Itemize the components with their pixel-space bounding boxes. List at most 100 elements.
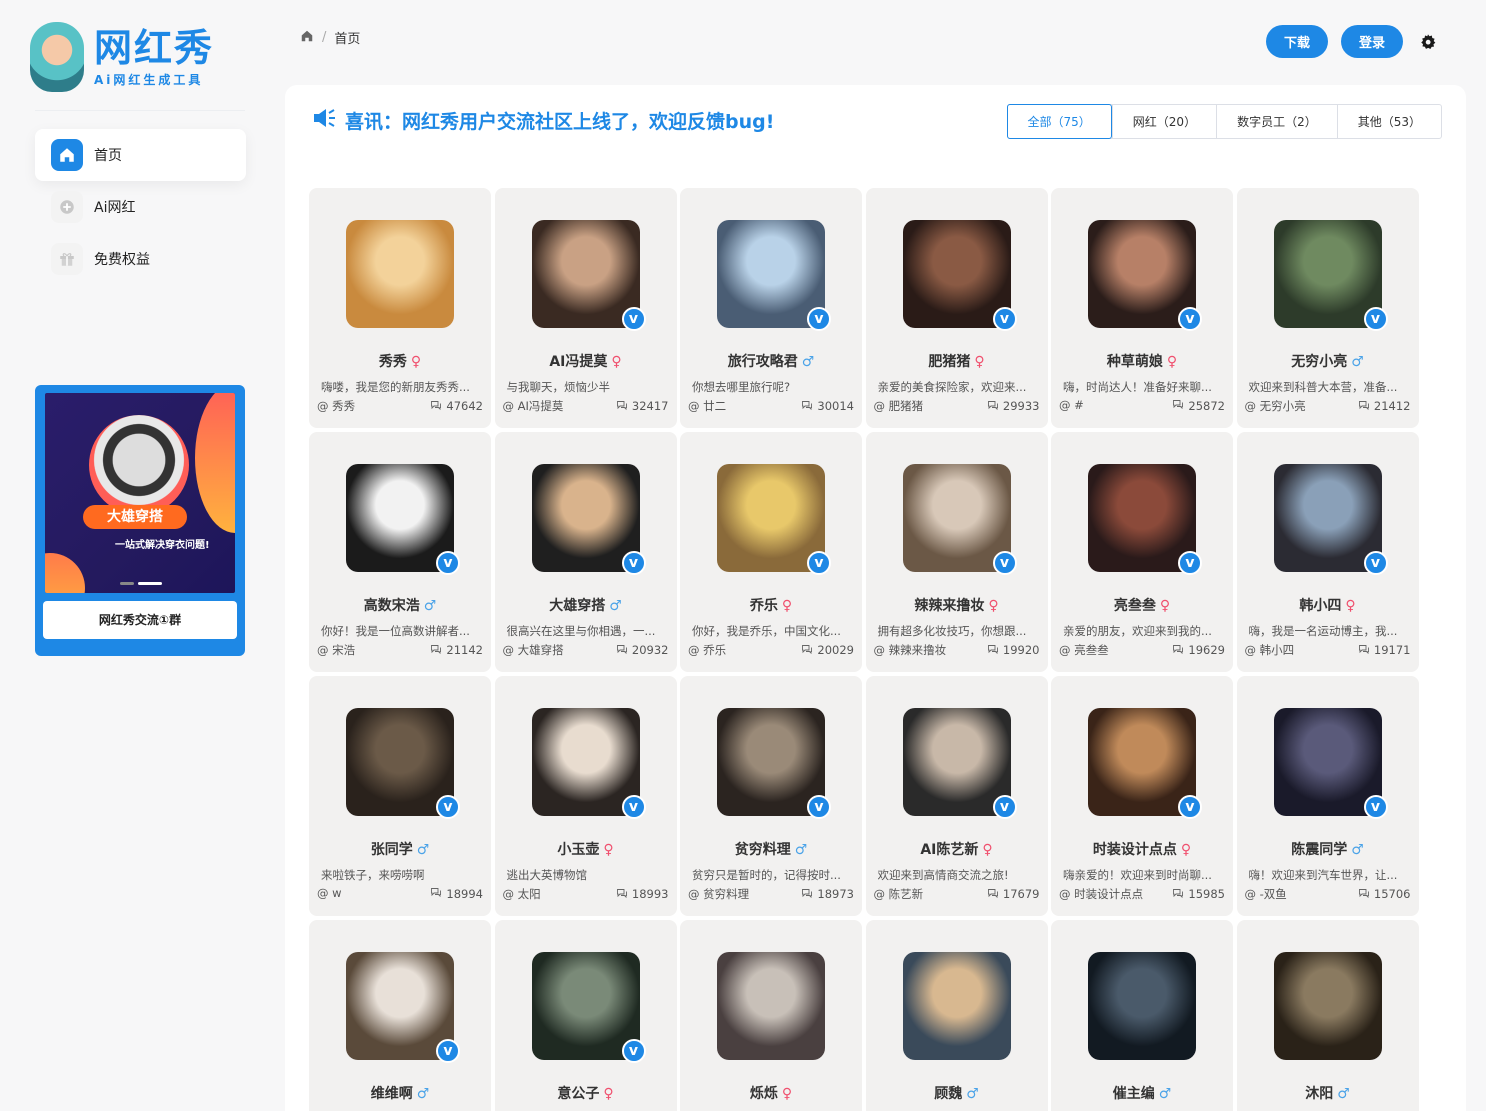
chat-icon — [616, 643, 628, 658]
influencer-card[interactable]: v 种草萌娘 ♀ 嗨，时尚达人！准备好来聊... @ #25872 — [1051, 188, 1233, 428]
influencer-card[interactable]: v AI冯提莫 ♀ 与我聊天，烦恼少半 @ AI冯提莫 32417 — [494, 188, 677, 428]
carousel-dot[interactable] — [120, 582, 134, 585]
influencer-meta: @ 廿二 30014 — [688, 398, 854, 414]
influencer-name-row: 乔乐 ♀ — [680, 595, 862, 615]
influencer-avatar — [346, 220, 454, 328]
influencer-card[interactable]: v 亮叁叁 ♀ 亲爱的朋友，欢迎来到我的... @ 亮叁叁 19629 — [1051, 432, 1233, 672]
carousel-dot-active[interactable] — [138, 582, 162, 585]
influencer-name-row: AI陈艺新 ♀ — [866, 839, 1048, 859]
influencer-meta: @ 太阳 18993 — [503, 886, 669, 902]
author-name: 亮叁叁 — [1074, 643, 1109, 657]
breadcrumb-separator: / — [322, 30, 327, 45]
influencer-card[interactable]: 秀秀 ♀ 嗨喽，我是您的新朋友秀秀... @ 秀秀 47642 — [309, 188, 491, 428]
influencer-card[interactable]: v 无穷小亮 ♂ 欢迎来到科普大本营，准备... @ 无穷小亮 21412 — [1236, 188, 1419, 428]
influencer-card[interactable]: 顾魏 ♂ — [865, 920, 1048, 1111]
chat-count: 29933 — [987, 398, 1040, 414]
author-name: 肥猪猪 — [888, 399, 924, 413]
influencer-card[interactable]: v 意公子 ♀ — [494, 920, 677, 1111]
join-group-button[interactable]: 网红秀交流①群 — [43, 601, 237, 639]
influencer-name: 时装设计点点 — [1092, 842, 1177, 858]
influencer-card[interactable]: 沐阳 ♂ — [1236, 920, 1419, 1111]
filter-other[interactable]: 其他（53） — [1336, 105, 1441, 138]
influencer-card[interactable]: v 维维啊 ♂ — [309, 920, 491, 1111]
announcement[interactable]: 喜讯：网红秀用户交流社区上线了，欢迎反馈bug! — [312, 107, 774, 134]
influencer-card[interactable]: 烁烁 ♀ — [680, 920, 862, 1111]
influencer-meta: @ 大雄穿搭 20932 — [503, 642, 669, 658]
gear-icon[interactable] — [1418, 32, 1438, 52]
author-name: 无穷小亮 — [1259, 399, 1306, 413]
author-name: 乔乐 — [703, 643, 727, 657]
sidebar-item-label: 首页 — [94, 148, 122, 164]
male-icon: ♂ — [416, 1086, 430, 1102]
influencer-name: 意公子 — [557, 1086, 600, 1102]
influencer-meta: @ 贫穷料理 18973 — [688, 886, 854, 902]
verified-badge-icon: v — [1363, 551, 1388, 575]
influencer-card[interactable]: v 乔乐 ♀ 你好，我是乔乐，中国文化... @ 乔乐 20029 — [680, 432, 862, 672]
influencer-card[interactable]: 催主编 ♂ — [1051, 920, 1233, 1111]
author-row: @ w — [317, 886, 342, 901]
female-icon: ♀ — [1180, 842, 1192, 858]
chat-count-value: 30014 — [817, 399, 854, 413]
chat-icon — [1358, 643, 1370, 658]
chat-count-value: 18994 — [446, 886, 483, 901]
at-icon: @ — [1244, 643, 1260, 657]
influencer-desc: 亲爱的美食探险家，欢迎来... — [877, 380, 1027, 394]
influencer-card[interactable]: v AI陈艺新 ♀ 欢迎来到高情商交流之旅! @ 陈艺新 17679 — [865, 676, 1048, 916]
influencer-card[interactable]: v 韩小四 ♀ 嗨，我是一名运动博主，我... @ 韩小四 19171 — [1236, 432, 1419, 672]
chat-icon — [1172, 643, 1184, 658]
female-icon: ♀ — [603, 1086, 614, 1102]
chat-count-value: 17679 — [1002, 887, 1040, 901]
influencer-meta: @ 无穷小亮 21412 — [1245, 398, 1411, 414]
category-filter: 全部（75） 网红（20） 数字员工（2） 其他（53） — [1006, 104, 1442, 139]
promo-banner[interactable]: 大雄穿搭 一站式解决穿衣问题! — [45, 393, 235, 593]
influencer-card[interactable]: v 小玉壶 ♀ 逃出大英博物馆 @ 太阳 18993 — [494, 676, 677, 916]
influencer-desc: 嗨，我是一名运动博主，我... — [1248, 624, 1398, 638]
influencer-card[interactable]: v 辣辣来撸妆 ♀ 拥有超多化妆技巧，你想跟... @ 辣辣来撸妆 19920 — [865, 432, 1048, 672]
brand-logo[interactable]: 网红秀 Ai网红生成工具 — [30, 22, 214, 92]
influencer-name: 种草萌娘 — [1106, 354, 1163, 370]
influencer-desc: 贫穷只是暂时的，记得按时... — [692, 868, 841, 882]
chat-count-value: 19171 — [1373, 643, 1411, 657]
chat-icon — [1172, 398, 1184, 413]
at-icon: @ — [502, 399, 518, 413]
influencer-name: 大雄穿搭 — [549, 598, 606, 614]
login-button[interactable]: 登录 — [1341, 25, 1403, 58]
influencer-meta: @ #25872 — [1059, 398, 1225, 413]
influencer-card[interactable]: v 张同学 ♂ 来啦铁子，来唠唠啊 @ w 18994 — [309, 676, 491, 916]
at-icon: @ — [1244, 399, 1260, 413]
author-row: @ 亮叁叁 — [1059, 642, 1109, 658]
home-icon[interactable] — [300, 29, 314, 47]
influencer-name-row: 陈震同学 ♂ — [1237, 839, 1419, 859]
carousel-dots[interactable] — [120, 582, 162, 585]
sidebar-item-free-benefits[interactable]: 免费权益 — [35, 233, 246, 285]
filter-all[interactable]: 全部（75） — [1006, 104, 1112, 139]
influencer-card[interactable]: v 大雄穿搭 ♂ 很高兴在这里与你相遇，一... @ 大雄穿搭 20932 — [494, 432, 677, 672]
influencer-card[interactable]: v 贫穷料理 ♂ 贫穷只是暂时的，记得按时... @ 贫穷料理 18973 — [680, 676, 862, 916]
chat-icon — [987, 399, 999, 414]
influencer-card[interactable]: v 高数宋浩 ♂ 你好！我是一位高数讲解者... @ 宋浩 21142 — [309, 432, 491, 672]
chat-count: 15985 — [1172, 886, 1225, 902]
sidebar-item-home[interactable]: 首页 — [35, 129, 246, 181]
influencer-meta: @ 秀秀 47642 — [317, 398, 483, 414]
filter-digital-staff[interactable]: 数字员工（2） — [1216, 105, 1337, 138]
influencer-name: 小玉壶 — [557, 842, 600, 858]
influencer-name: 旅行攻略君 — [727, 354, 798, 370]
download-button[interactable]: 下载 — [1266, 25, 1328, 58]
influencer-meta: @ -双鱼 15706 — [1245, 886, 1411, 902]
influencer-card[interactable]: v 时装设计点点 ♀ 嗨亲爱的！欢迎来到时尚聊... @ 时装设计点点 15985 — [1051, 676, 1233, 916]
influencer-desc: 逃出大英博物馆 — [506, 868, 588, 882]
influencer-card[interactable]: v 肥猪猪 ♀ 亲爱的美食探险家，欢迎来... @ 肥猪猪 29933 — [865, 188, 1048, 428]
author-name: w — [332, 886, 342, 900]
sidebar-item-ai-influencer[interactable]: Ai网红 — [35, 181, 246, 233]
influencer-card[interactable]: v 陈震同学 ♂ 嗨！欢迎来到汽车世界，让... @ -双鱼 15706 — [1236, 676, 1419, 916]
filter-influencer[interactable]: 网红（20） — [1111, 105, 1216, 138]
influencer-name-row: 时装设计点点 ♀ — [1051, 839, 1233, 859]
sidebar-item-label: Ai网红 — [94, 200, 136, 216]
influencer-name-row: 秀秀 ♀ — [309, 351, 491, 371]
chat-count-value: 32417 — [631, 399, 669, 413]
influencer-card[interactable]: v 旅行攻略君 ♂ 你想去哪里旅行呢? @ 廿二 30014 — [680, 188, 862, 428]
author-name: AI冯提莫 — [517, 399, 564, 413]
chat-count: 21412 — [1358, 398, 1411, 414]
influencer-name: 沐阳 — [1305, 1086, 1334, 1102]
gift-icon — [51, 243, 83, 275]
